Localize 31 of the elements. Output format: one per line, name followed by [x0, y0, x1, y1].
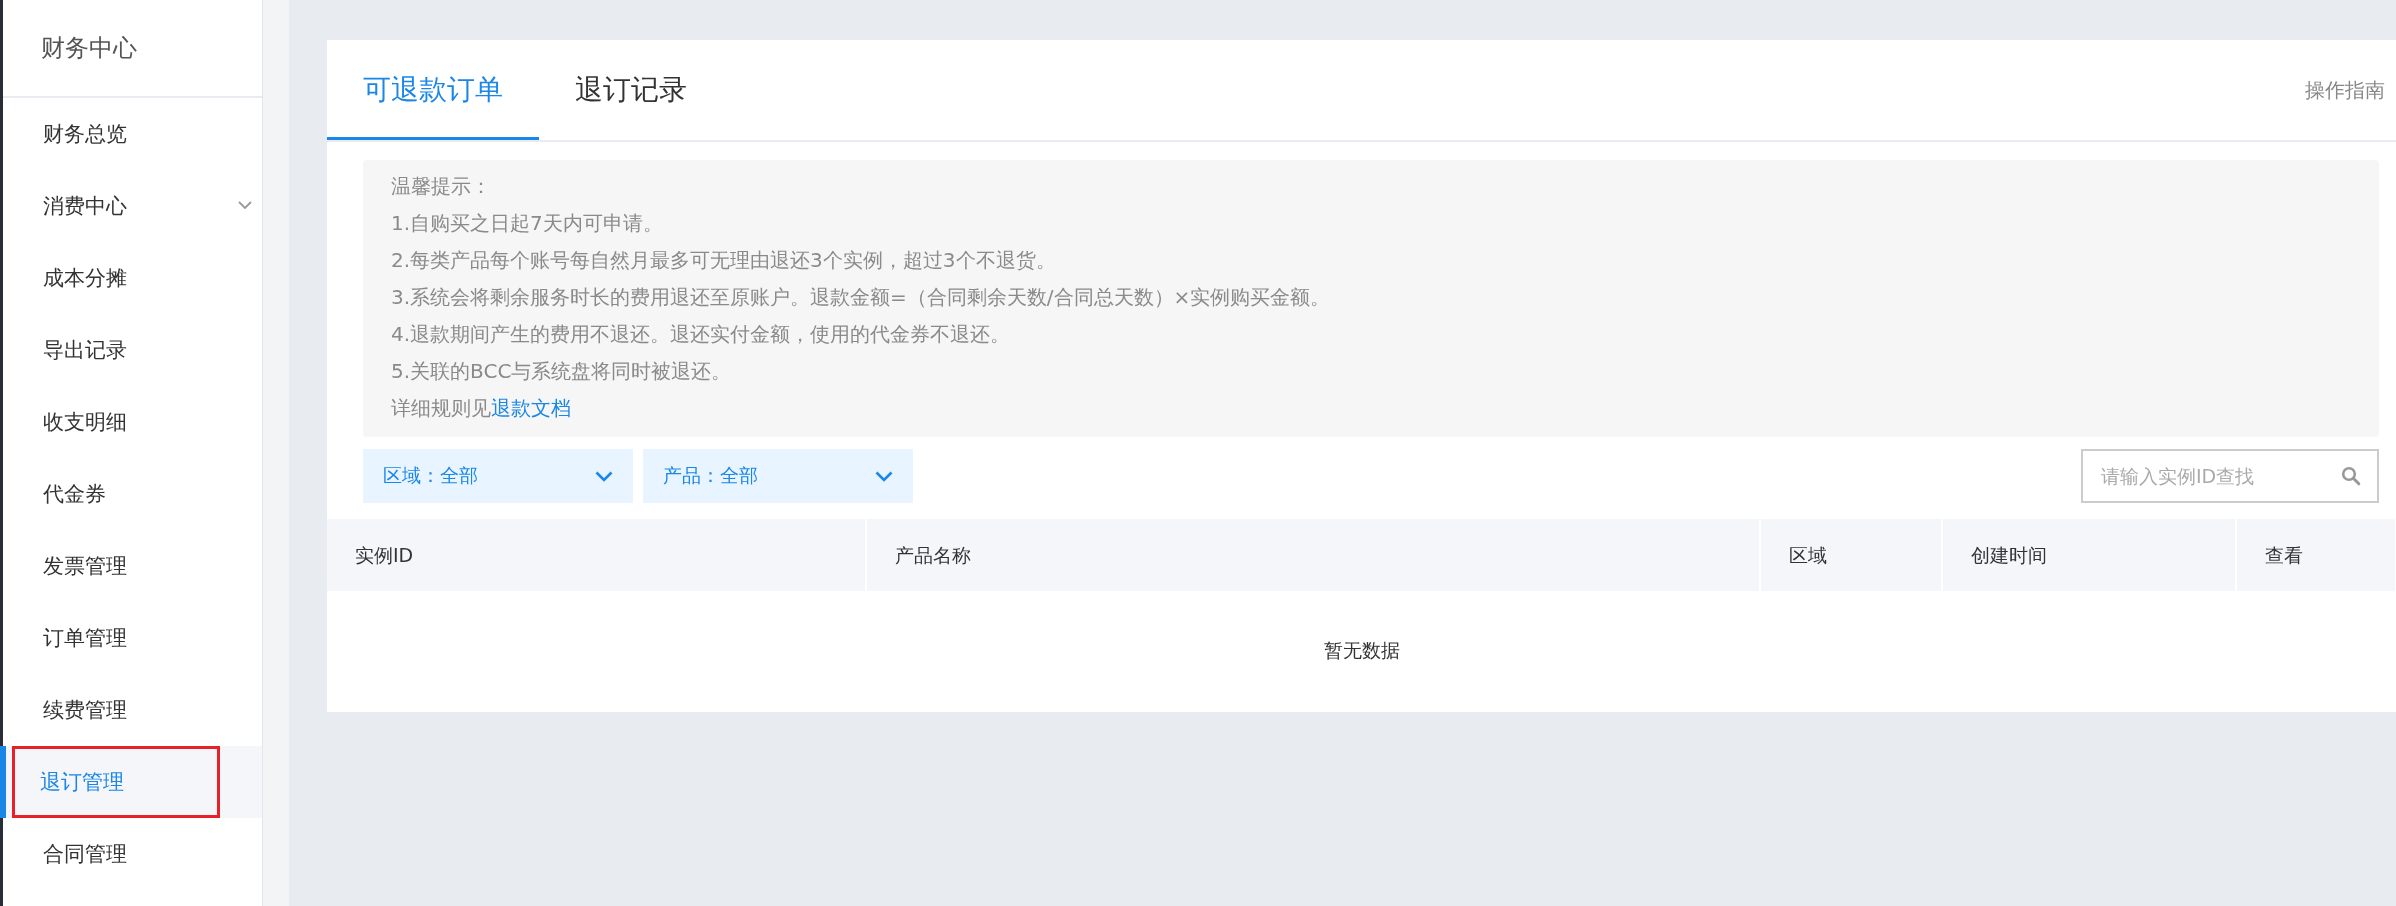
notice-text: 3.系统会将剩余服务时长的费用退还至原账户。退款金额=（合同剩余天数/合同总天数）×实例购买金额。	[391, 284, 1332, 311]
search-icon	[2341, 466, 2361, 486]
chevron-down-icon	[595, 470, 613, 482]
column-header: 区域	[1761, 519, 1943, 591]
notice-text: 2.每类产品每个账号每自然月最多可无理由退还3个实例，超过3个不退货。	[391, 247, 1057, 274]
notice-text: 1.自购买之日起7天内可申请。	[391, 210, 664, 237]
sidebar-item[interactable]: 续费管理	[3, 674, 262, 746]
chevron-down-icon	[875, 470, 893, 482]
sidebar-item[interactable]: 收支明细	[3, 386, 262, 458]
notice-text: 4.退款期间产生的费用不退还。退还实付金额，使用的代金券不退还。	[391, 321, 1012, 348]
column-header: 查看	[2237, 519, 2396, 591]
sidebar-item[interactable]: 消费中心	[3, 170, 262, 242]
sidebar-item[interactable]: 成本分摊	[3, 242, 262, 314]
notice-text: 5.关联的BCC与系统盘将同时被退还。	[391, 358, 733, 385]
notice-footer: 详细规则见退款文档	[391, 390, 2351, 427]
column-header: 产品名称	[867, 519, 1761, 591]
sidebar-item[interactable]: 合同管理	[3, 818, 262, 890]
column-header: 创建时间	[1943, 519, 2237, 591]
column-header: 实例ID	[327, 519, 867, 591]
notice-title: 温馨提示：	[391, 173, 492, 200]
sidebar-item[interactable]: 订单管理	[3, 602, 262, 674]
sidebar-item[interactable]: 发票管理	[3, 530, 262, 602]
search-field[interactable]: 请输入实例ID查找	[2081, 449, 2379, 503]
sidebar-title: 财务中心	[3, 0, 262, 98]
sidebar-item[interactable]: 导出记录	[3, 314, 262, 386]
tab[interactable]: 退订记录	[539, 40, 723, 140]
sidebar-item[interactable]: 代金券	[3, 458, 262, 530]
sidebar-item[interactable]: 财务总览	[3, 98, 262, 170]
empty-message: 暂无数据	[1324, 638, 1400, 663]
tab[interactable]: 可退款订单	[327, 40, 539, 140]
guide-link[interactable]: 操作指南	[2305, 76, 2385, 104]
